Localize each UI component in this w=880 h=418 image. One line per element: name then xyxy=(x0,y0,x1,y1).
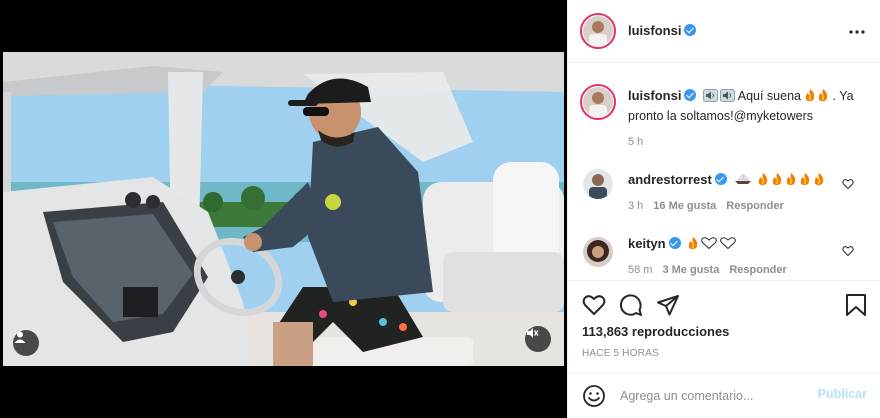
muted-speaker-icon xyxy=(527,328,539,338)
tagged-users-button[interactable] xyxy=(13,330,39,356)
emoji-icon xyxy=(583,385,605,407)
verified-badge-icon xyxy=(714,173,727,185)
author-username[interactable]: luisfonsi xyxy=(628,23,697,38)
verified-badge-icon xyxy=(684,24,697,36)
caption-text-tail: . Ya xyxy=(832,89,854,103)
caption: luisfonsi Aquí suena . Ya pronto la solt… xyxy=(628,86,868,148)
comment-avatar[interactable] xyxy=(580,234,616,270)
comment-input[interactable] xyxy=(620,387,810,405)
author-avatar[interactable] xyxy=(580,13,616,49)
emoji-button[interactable] xyxy=(582,384,606,411)
comment-item: andrestorrest 3 h 16 Me gusta Responder xyxy=(628,170,848,212)
comment-like-button[interactable] xyxy=(842,178,854,193)
comment-time[interactable]: 3 h xyxy=(628,200,643,212)
comment-likes[interactable]: 3 Me gusta xyxy=(662,264,719,276)
caption-line2: pronto la soltamos!@myketowers xyxy=(628,109,813,123)
comment-avatar-image xyxy=(583,237,613,267)
views-count[interactable]: 113,863 reproducciones xyxy=(582,324,729,339)
caption-avatar-image xyxy=(583,87,613,117)
mute-toggle-button[interactable] xyxy=(525,326,551,352)
post-sidebar: luisfonsi luisfonsi Aquí suena . Ya pron… xyxy=(567,0,880,418)
post-timestamp[interactable]: HACE 5 HORAS xyxy=(582,348,659,359)
comment-likes[interactable]: 16 Me gusta xyxy=(653,200,716,212)
caption-username[interactable]: luisfonsi xyxy=(628,88,681,103)
share-icon xyxy=(657,295,679,316)
heart-icon xyxy=(842,246,854,257)
comment-time[interactable]: 58 m xyxy=(628,264,652,276)
verified-badge-icon xyxy=(684,89,697,101)
video-player[interactable] xyxy=(3,52,564,366)
publish-button[interactable]: Publicar xyxy=(818,387,867,401)
more-options-icon xyxy=(849,30,865,34)
like-button[interactable] xyxy=(582,293,606,320)
bookmark-icon xyxy=(846,294,866,316)
heart-icon xyxy=(582,295,606,315)
author-avatar-image xyxy=(583,16,613,46)
add-comment-bar: Publicar xyxy=(568,372,880,418)
save-button[interactable] xyxy=(845,293,867,320)
white-heart-icon xyxy=(688,237,736,250)
user-tag-icon xyxy=(14,331,26,343)
comment-button[interactable] xyxy=(619,293,643,320)
comment-like-button[interactable] xyxy=(842,245,854,260)
caption-avatar[interactable] xyxy=(580,84,616,120)
post-media xyxy=(0,0,567,418)
caption-text: Aquí suena xyxy=(737,89,801,103)
video-frame xyxy=(3,52,564,366)
reply-button[interactable]: Responder xyxy=(729,264,786,276)
fire-icon xyxy=(758,173,823,185)
comment-username[interactable]: keityn xyxy=(628,236,666,251)
comment-icon xyxy=(619,294,642,316)
comment-avatar[interactable] xyxy=(580,166,616,202)
sailboat-icon xyxy=(735,173,752,184)
heart-icon xyxy=(842,179,854,190)
caption-time: 5 h xyxy=(628,136,644,148)
more-options-button[interactable] xyxy=(847,22,867,42)
share-button[interactable] xyxy=(656,293,680,320)
post-actions: 113,863 reproducciones HACE 5 HORAS xyxy=(568,280,880,370)
comment-avatar-image xyxy=(583,169,613,199)
verified-badge-icon xyxy=(668,237,681,249)
reply-button[interactable]: Responder xyxy=(726,200,783,212)
post-header: luisfonsi xyxy=(568,0,880,63)
author-username-text: luisfonsi xyxy=(628,23,682,38)
fire-icon xyxy=(806,89,828,101)
speaker-icon xyxy=(702,89,735,102)
comments-list: luisfonsi Aquí suena . Ya pronto la solt… xyxy=(568,64,880,280)
comment-item: keityn 58 m 3 Me gusta Responder xyxy=(628,234,848,276)
comment-username[interactable]: andrestorrest xyxy=(628,172,712,187)
